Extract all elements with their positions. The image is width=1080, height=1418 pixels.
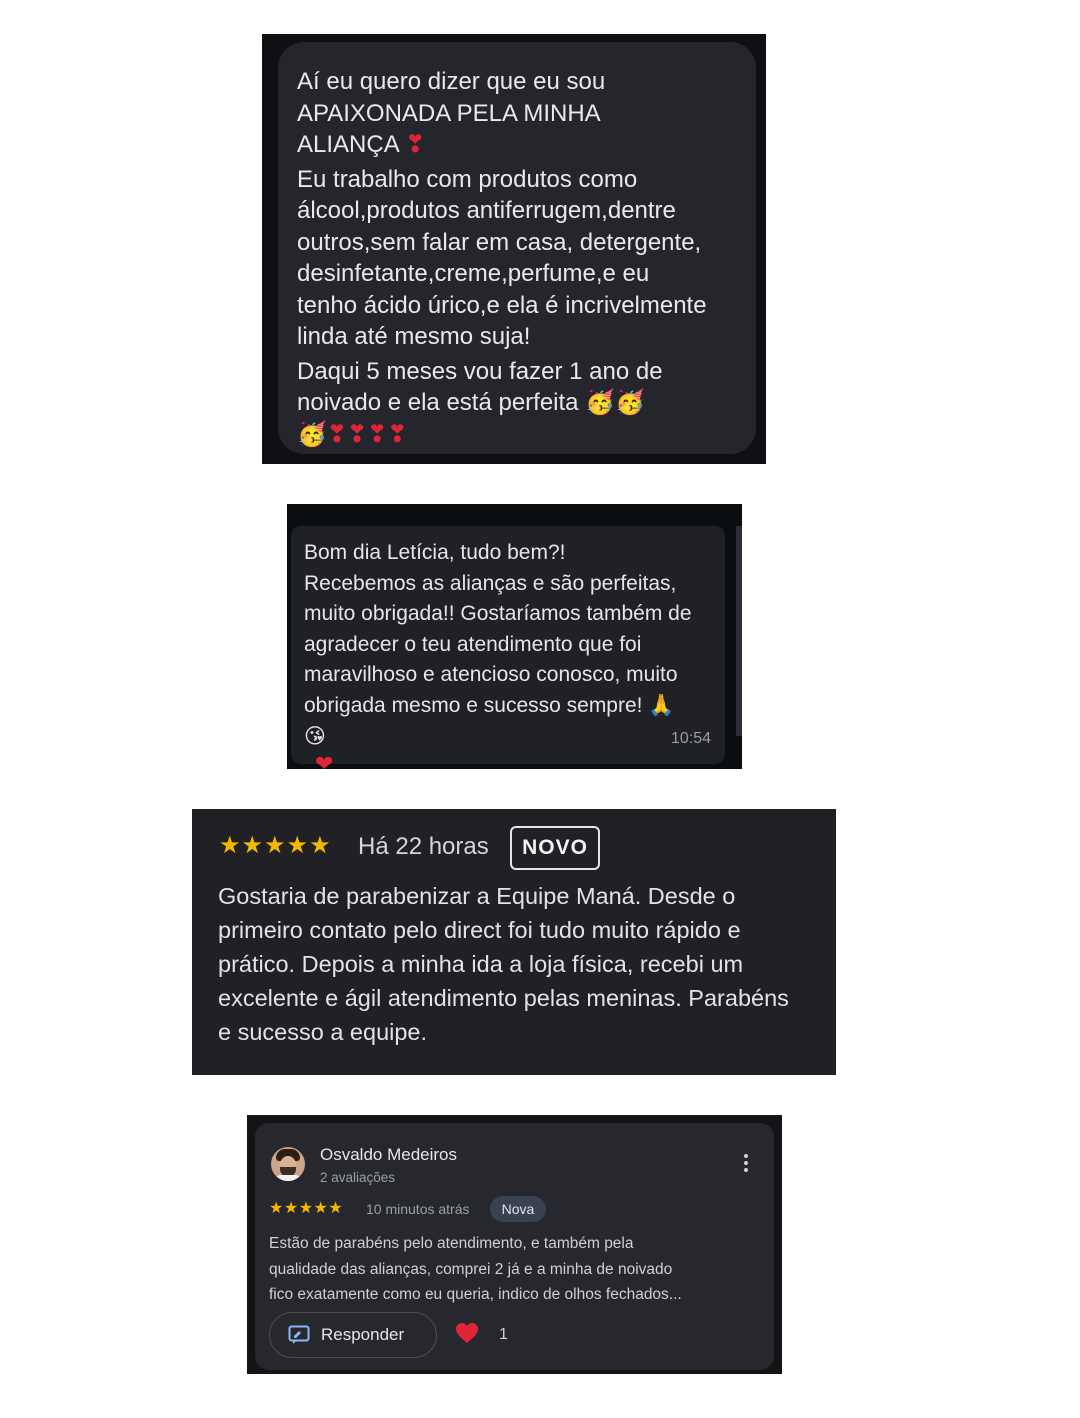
review-text: Estão de parabéns pelo atendimento, e ta… <box>269 1231 764 1308</box>
like-count: 1 <box>499 1326 508 1343</box>
new-badge: NOVO <box>510 826 600 870</box>
message-line: APAIXONADA PELA MINHA <box>297 99 601 127</box>
review-line: prático. Depois a minha ida a loja físic… <box>218 951 744 977</box>
review-card: Osvaldo Medeiros 2 avaliações ★★★★★ 10 m… <box>255 1123 774 1370</box>
review-line: Gostaria de parabenizar a Equipe Maná. D… <box>218 883 736 909</box>
review-line: qualidade das alianças, comprei 2 já e a… <box>269 1260 673 1278</box>
message-line: outros,sem falar em casa, detergente, <box>297 228 702 256</box>
star-rating: ★★★★★ <box>219 831 332 859</box>
message-text: noivado e ela está perfeita <box>297 389 579 416</box>
review-time: Há 22 horas <box>358 833 489 860</box>
heart-icon[interactable] <box>455 1322 479 1344</box>
message-line: agradecer o teu atendimento que foi <box>304 632 642 656</box>
reply-icon <box>288 1325 310 1344</box>
chat-screenshot-2: Bom dia Letícia, tudo bem?! Recebemos as… <box>287 504 742 769</box>
avatar[interactable] <box>271 1147 305 1181</box>
message-line: álcool,produtos antiferrugem,dentre <box>297 197 676 224</box>
scrollbar[interactable] <box>736 526 742 736</box>
reply-label: Responder <box>321 1325 405 1344</box>
review-line: e sucesso a equipe. <box>218 1019 428 1045</box>
message-time: 10:54 <box>670 729 711 747</box>
message-line: linda até mesmo suja! <box>297 323 531 350</box>
heart-reaction-icon: ❤ <box>315 752 334 769</box>
message-line: muito obrigada!! Gostaríamos também de <box>304 602 692 625</box>
star-rating: ★★★★★ <box>269 1198 344 1217</box>
chat-screenshot-1: Aí eu quero dizer que eu sou APAIXONADA … <box>262 34 766 464</box>
review-time: 10 minutos atrás <box>366 1201 470 1217</box>
more-options-icon[interactable] <box>744 1154 748 1175</box>
message-line: ALIANÇA ❣ <box>297 129 738 161</box>
message-line: obrigada mesmo e sucesso sempre! 🙏 <box>304 693 675 717</box>
message-bubble: Bom dia Letícia, tudo bem?! Recebemos as… <box>291 526 725 764</box>
review-line: excelente e ágil atendimento pelas menin… <box>218 985 789 1011</box>
message-line: maravilhoso e atencioso conosco, muito <box>304 663 678 686</box>
party-face-icon: 🥳 <box>585 388 616 416</box>
message-text: ALIANÇA <box>297 131 399 158</box>
review-line: primeiro contato pelo direct foi tudo mu… <box>218 917 741 943</box>
review-text: Gostaria de parabenizar a Equipe Maná. D… <box>218 879 818 1049</box>
message-line: Daqui 5 meses vou fazer 1 ano de <box>297 357 663 385</box>
message-line: Eu trabalho com produtos como <box>297 165 638 193</box>
reviewer-name[interactable]: Osvaldo Medeiros <box>320 1145 457 1165</box>
kiss-face-icon: 😘 <box>304 724 326 748</box>
review-count: 2 avaliações <box>320 1170 396 1185</box>
review-screenshot-2: Osvaldo Medeiros 2 avaliações ★★★★★ 10 m… <box>247 1115 782 1374</box>
message-line: Bom dia Letícia, tudo bem?! <box>304 541 566 564</box>
message-line: Recebemos as alianças e são perfeitas, <box>304 571 677 595</box>
message-line: tenho ácido úrico,e ela é incrivelmente <box>297 291 707 319</box>
review-line: fico exatamente como eu queria, indico d… <box>269 1286 682 1303</box>
message-line: noivado e ela está perfeita 🥳🥳 <box>297 387 738 419</box>
party-face-icon: 🥳 <box>615 388 645 416</box>
new-badge: Nova <box>490 1196 546 1222</box>
heart-exclamation-icon: ❣ <box>405 130 426 158</box>
message-bubble: Aí eu quero dizer que eu sou APAIXONADA … <box>278 42 756 454</box>
message-line: desinfetante,creme,perfume,e eu <box>297 260 650 287</box>
message-line: Aí eu quero dizer que eu sou <box>297 68 606 95</box>
reply-button[interactable]: Responder <box>269 1312 437 1358</box>
review-screenshot-1: ★★★★★ Há 22 horas NOVO Gostaria de parab… <box>192 809 836 1075</box>
review-line: Estão de parabéns pelo atendimento, e ta… <box>269 1235 634 1252</box>
emoji-line: 🥳❣❣❣❣ <box>297 419 408 448</box>
